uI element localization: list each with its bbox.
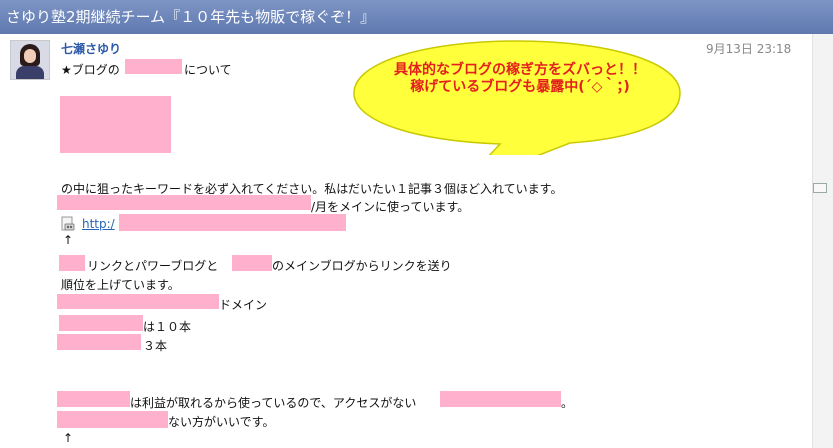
redaction <box>57 294 219 309</box>
post-line-9a: は利益が取れるから使っているので、アクセスがない <box>130 396 417 410</box>
post-line-10: ない方がいいです。 <box>168 415 275 429</box>
avatar-face <box>24 49 36 63</box>
redaction <box>57 195 311 210</box>
post-line-4a: リンクとパワーブログと <box>87 259 219 273</box>
callout-line-2: 稼げているブログも暴露中(´◇｀；) <box>410 79 630 95</box>
post-date: 9月13日 23:18 <box>706 42 792 56</box>
redaction <box>57 334 141 350</box>
redaction <box>232 255 272 271</box>
post-line-8: ３本 <box>143 339 168 353</box>
arrow-up-icon: ↑ <box>63 431 74 445</box>
window-title: さゆり塾2期継続チーム『１０年先も物販で稼ぐぞ！』 <box>0 0 833 34</box>
author-name[interactable]: 七瀬さゆり <box>61 40 121 57</box>
redacted-image <box>60 96 171 153</box>
post-line-5: 順位を上げています。 <box>61 278 180 292</box>
avatar-body <box>16 66 44 79</box>
post-link[interactable]: http:/ <box>82 217 115 231</box>
post-line-6: ドメイン <box>219 298 268 312</box>
speech-bubble-text: 具体的なブログの稼ぎ方をズバっと！！ 稼げているブログも暴露中(´◇｀；) <box>360 62 680 96</box>
redaction <box>119 214 346 231</box>
avatar[interactable] <box>10 40 50 80</box>
redaction <box>440 391 561 407</box>
post-line-9b: 。 <box>561 396 574 410</box>
redaction <box>57 391 130 407</box>
callout-line-1: 具体的なブログの稼ぎ方をズバっと！！ <box>394 62 646 78</box>
redaction <box>59 255 85 271</box>
arrow-up-icon: ↑ <box>63 233 74 247</box>
scrollbar[interactable] <box>812 34 833 448</box>
post-line-3: /月をメインに使っています。 <box>311 200 470 214</box>
post-line-4b: のメインブログからリンクを送り <box>272 259 452 273</box>
redaction <box>57 411 168 428</box>
post-line-7: は１０本 <box>143 320 192 334</box>
scroll-grip[interactable] <box>813 183 827 193</box>
redaction <box>125 59 182 74</box>
post-line-1: ★ブログの <box>61 63 120 77</box>
post-line-1b: について <box>184 63 232 77</box>
link-icon <box>61 216 75 231</box>
redaction <box>59 315 143 331</box>
